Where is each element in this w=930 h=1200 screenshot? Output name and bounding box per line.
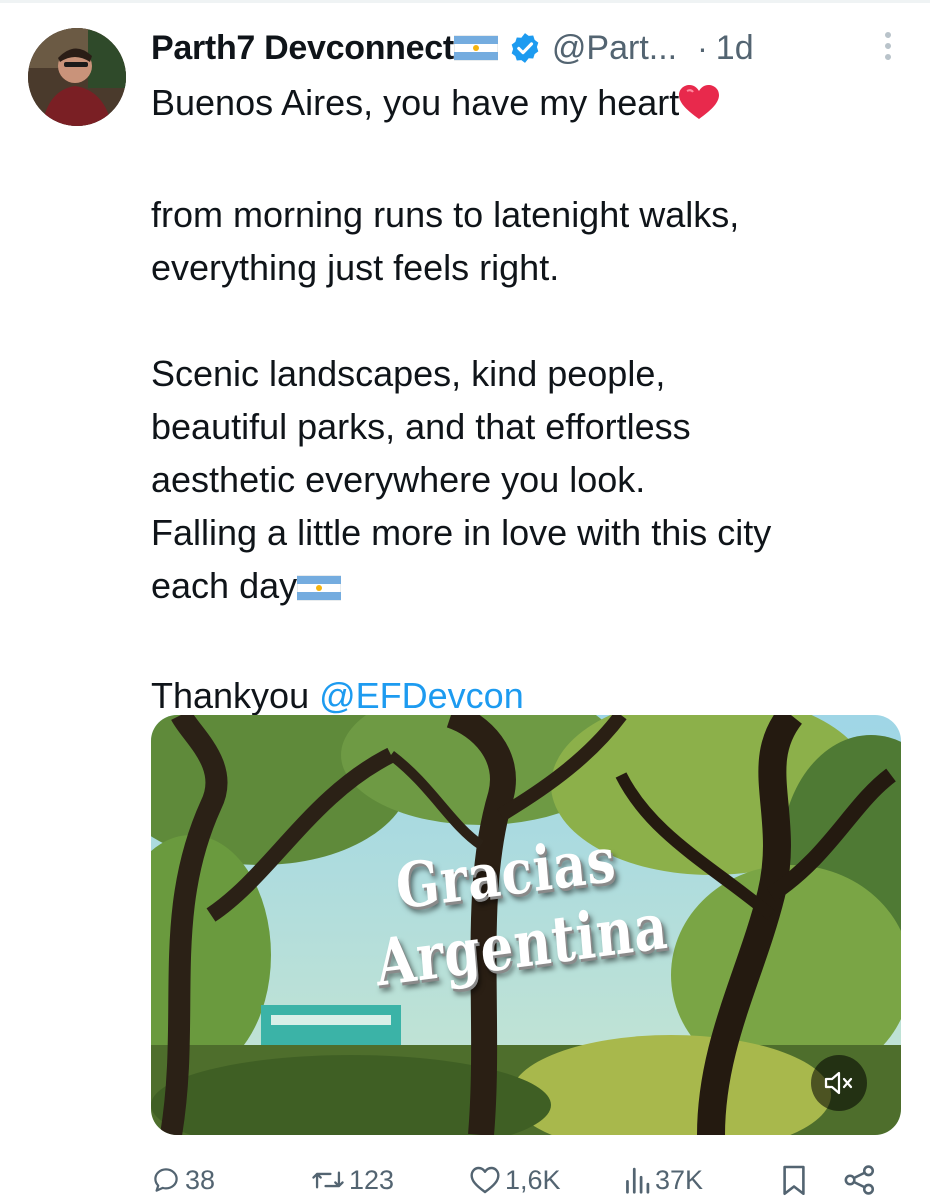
avatar[interactable]	[28, 28, 126, 126]
display-name[interactable]: Parth7 Devconnect	[151, 29, 454, 68]
views-icon	[626, 1167, 650, 1194]
author-handle[interactable]: @Part...	[552, 29, 677, 68]
views-button[interactable]: 37K	[623, 1156, 703, 1200]
text-line: beautiful parks, and that effortless	[151, 406, 691, 447]
bookmark-icon	[783, 1165, 805, 1196]
video-player[interactable]: Gracias Argentina	[151, 715, 901, 1135]
video-title-overlay: Gracias Argentina	[151, 715, 901, 1135]
like-count: 1,6K	[505, 1164, 561, 1195]
tweet-header: Parth7 Devconnect @Part... · 1d	[151, 26, 896, 70]
repost-button[interactable]: 123	[311, 1156, 394, 1200]
text-line: aesthetic everywhere you look.	[151, 459, 646, 500]
reply-icon	[154, 1168, 178, 1192]
text-line: each day	[151, 559, 901, 616]
text-line: Buenos Aires, you have my heart	[151, 76, 901, 135]
divider	[0, 0, 930, 3]
reply-button[interactable]: 38	[151, 1156, 215, 1200]
repost-count: 123	[349, 1164, 395, 1195]
timestamp[interactable]: 1d	[716, 29, 754, 68]
share-icon	[844, 1165, 875, 1195]
separator-dot: ·	[697, 29, 708, 66]
reply-count: 38	[185, 1164, 216, 1195]
mute-button[interactable]	[811, 1055, 867, 1111]
share-button[interactable]	[843, 1156, 877, 1200]
repost-icon	[312, 1171, 344, 1189]
like-button[interactable]: 1,6K	[469, 1156, 561, 1200]
argentina-flag-icon	[453, 34, 498, 62]
tweet-card[interactable]: Parth7 Devconnect @Part... · 1d Buenos A…	[0, 0, 930, 1200]
views-count: 37K	[655, 1164, 704, 1195]
action-bar: 38 123 1,6K 37K	[151, 1156, 891, 1200]
mute-icon	[824, 1071, 853, 1095]
bookmark-button[interactable]	[781, 1156, 807, 1200]
text-line: Falling a little more in love with this …	[151, 512, 772, 553]
more-icon[interactable]	[878, 32, 898, 68]
tweet-text: Buenos Aires, you have my heart from mor…	[151, 76, 901, 722]
like-icon	[470, 1166, 500, 1194]
text-line: from morning runs to latenight walks,	[151, 194, 740, 235]
mention-link[interactable]: @EFDevcon	[319, 675, 524, 716]
verified-badge-icon[interactable]	[508, 31, 542, 65]
text-line: Scenic landscapes, kind people,	[151, 353, 666, 394]
heart-emoji-icon	[679, 82, 720, 135]
argentina-flag-icon	[296, 563, 342, 616]
text-line: everything just feels right.	[151, 247, 560, 288]
